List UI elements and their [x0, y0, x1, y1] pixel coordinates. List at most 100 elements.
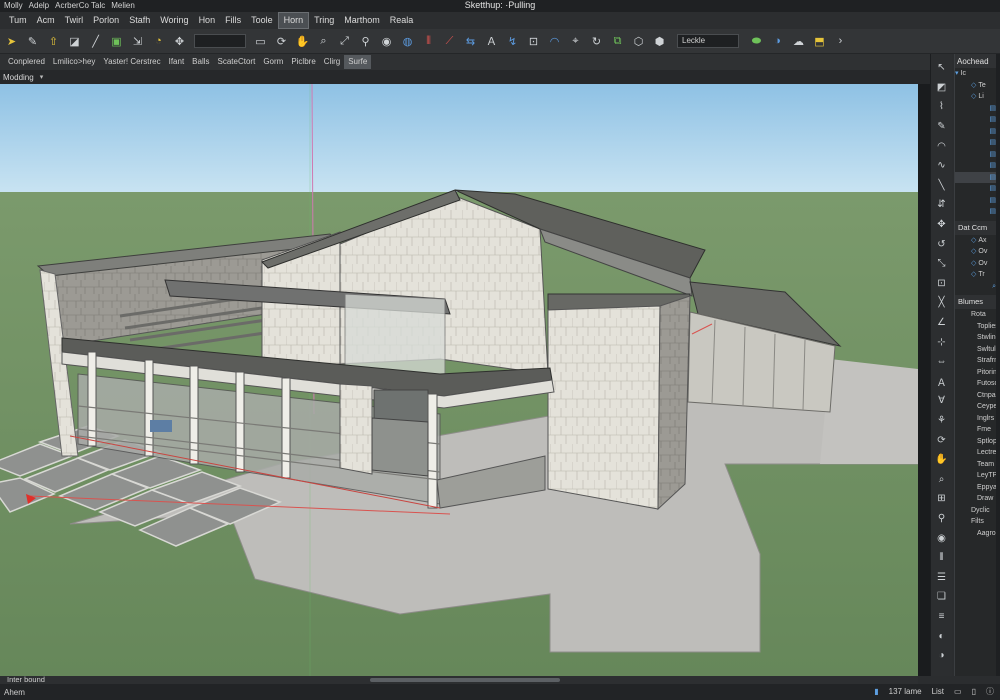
offset-icon[interactable]: ⊡	[933, 274, 951, 294]
arc-icon[interactable]: ◠	[933, 136, 951, 156]
move-icon[interactable]: ✥	[170, 31, 189, 51]
eraser-icon[interactable]: ◩	[933, 78, 951, 98]
rectangle-icon[interactable]: ▭	[251, 31, 270, 51]
tray-icon-row[interactable]: ▤	[955, 114, 1000, 126]
tray-scrollbar[interactable]	[996, 54, 1000, 676]
tape-icon[interactable]: ╳	[933, 293, 951, 313]
menu-item[interactable]: Reala	[385, 13, 419, 28]
protractor-icon[interactable]: ∠	[933, 313, 951, 333]
zoom-icon[interactable]: ⌕	[933, 469, 951, 489]
tray-icon-row[interactable]: ▤	[955, 103, 1000, 115]
tray-icon-row[interactable]: ▤	[955, 206, 1000, 218]
layer-select[interactable]: Leckle	[677, 34, 739, 48]
zoom-extents-icon[interactable]: ⤢	[335, 31, 354, 51]
walk-icon[interactable]: ⚲	[933, 509, 951, 529]
menu-item[interactable]: Stafh	[124, 13, 155, 28]
3d-text-icon[interactable]: Ɐ	[933, 391, 951, 411]
panel-toggle-icon[interactable]: ▯	[972, 687, 976, 696]
scenes-icon[interactable]: ❏	[933, 587, 951, 607]
tray-row[interactable]: ◇ Ov	[955, 246, 1000, 258]
pencil-icon[interactable]: ✎	[933, 117, 951, 137]
tray-icon-row[interactable]: ▤	[955, 126, 1000, 138]
tray-row[interactable]: Ceypes	[955, 401, 1000, 413]
dimension-icon[interactable]: ⇆	[461, 31, 480, 51]
tray-row[interactable]: Fme	[955, 424, 1000, 436]
mode-dropdown[interactable]: Modding	[3, 73, 34, 82]
line-icon[interactable]: ╱	[86, 31, 105, 51]
section-plane-icon[interactable]: ⫴	[419, 31, 438, 51]
look-around-icon[interactable]: ◉	[377, 31, 396, 51]
paint-icon[interactable]: ⚘	[933, 411, 951, 431]
scene-tab[interactable]: Piclbre	[287, 55, 319, 69]
layers-icon[interactable]: ☰	[933, 567, 951, 587]
tray-row[interactable]: Futosore	[955, 378, 1000, 390]
tray-row[interactable]: ◇ Te	[955, 80, 1000, 92]
paint-bucket-icon[interactable]: ▣	[107, 31, 126, 51]
pan-icon[interactable]: ✋	[933, 450, 951, 470]
tray-row[interactable]: Stwling	[955, 332, 1000, 344]
fog-icon[interactable]: ☁	[789, 31, 808, 51]
menu-top-item[interactable]: Melien	[111, 0, 135, 12]
rotate-icon[interactable]: ↺	[933, 234, 951, 254]
scale-icon[interactable]: ⧉	[608, 31, 627, 51]
tray-row[interactable]: Pitoring	[955, 367, 1000, 379]
orbit-icon[interactable]: ⟳	[933, 430, 951, 450]
component-icon[interactable]: ⬡	[629, 31, 648, 51]
menu-item[interactable]: Porlon	[88, 13, 124, 28]
axes-icon[interactable]: ⟋	[440, 31, 459, 51]
scale-box[interactable]: List	[932, 687, 944, 696]
move-icon[interactable]: ✥	[933, 215, 951, 235]
measurement-box[interactable]: 137 lame	[889, 687, 922, 696]
chevron-down-icon[interactable]: ▾	[40, 73, 44, 81]
scale-icon[interactable]: ⤡	[933, 254, 951, 274]
walk-icon[interactable]: ⚲	[356, 31, 375, 51]
tray-row[interactable]: ◇ Tr	[955, 269, 1000, 281]
outliner-icon[interactable]: ≡	[933, 607, 951, 627]
rotate-icon[interactable]: ↻	[587, 31, 606, 51]
window-controls-icon[interactable]: ▭	[954, 687, 962, 696]
tray-section-header[interactable]: Blumes	[955, 295, 1000, 309]
look-icon[interactable]: ◉	[933, 528, 951, 548]
tray-row[interactable]: Sptlop	[955, 436, 1000, 448]
tray-row[interactable]: Strafrn	[955, 355, 1000, 367]
tape-icon[interactable]: ⌖	[566, 31, 585, 51]
follow-me-icon[interactable]: ↯	[503, 31, 522, 51]
menu-item[interactable]: Hon	[194, 13, 221, 28]
axes-icon[interactable]: ⊹	[933, 332, 951, 352]
tray-icon-row[interactable]: ▤	[955, 160, 1000, 172]
pan-icon[interactable]: ✋	[293, 31, 312, 51]
tray-icon-row[interactable]: ⌕	[955, 281, 1000, 293]
value-field[interactable]	[194, 34, 246, 48]
scene-tab-active[interactable]: Surfe	[344, 55, 372, 69]
menu-item[interactable]: Marthom	[339, 13, 385, 28]
menu-item-active[interactable]: Horn	[277, 12, 310, 29]
section-icon[interactable]: ⫴	[933, 548, 951, 568]
tray-icon-row[interactable]: ▤	[955, 183, 1000, 195]
eraser-icon[interactable]: ◪	[65, 31, 84, 51]
tray-row[interactable]: Aagron	[955, 528, 1000, 540]
menu-top-item[interactable]: AcrberCo Talc	[55, 0, 105, 12]
select-arrow-icon[interactable]: ➤	[2, 31, 21, 51]
globe-icon[interactable]: ◍	[398, 31, 417, 51]
more-chevron-icon[interactable]: ›	[831, 31, 850, 51]
menu-top-item[interactable]: Molly	[4, 0, 23, 12]
tray-row[interactable]: Dyclic	[955, 505, 1000, 517]
scene-tab[interactable]: Lmilico>hey	[49, 55, 99, 69]
tray-row[interactable]: Ctnpain	[955, 390, 1000, 402]
tray-row[interactable]: Toplies	[955, 321, 1000, 333]
tray-row[interactable]: ◇ Li	[955, 91, 1000, 103]
menu-item[interactable]: Tum	[4, 13, 32, 28]
shadow-icon[interactable]: ◑	[933, 646, 951, 666]
tray-row[interactable]: Rota	[955, 309, 1000, 321]
tray-row[interactable]: LeyTPat	[955, 470, 1000, 482]
tray-icon-row-selected[interactable]: ▤	[955, 171, 1000, 183]
select-icon[interactable]: ↖	[933, 58, 951, 78]
tray-row[interactable]: Draw	[955, 493, 1000, 505]
tray-row[interactable]: Lectres	[955, 447, 1000, 459]
help-icon[interactable]: ⓘ	[986, 686, 994, 697]
tray-icon-row[interactable]: ▤	[955, 149, 1000, 161]
scene-tab[interactable]: ScateCtort	[214, 55, 260, 69]
menu-top-item[interactable]: Adelp	[29, 0, 49, 12]
hscroll-thumb[interactable]	[370, 678, 560, 682]
tray-row[interactable]: ▾ Ic	[955, 68, 1000, 80]
